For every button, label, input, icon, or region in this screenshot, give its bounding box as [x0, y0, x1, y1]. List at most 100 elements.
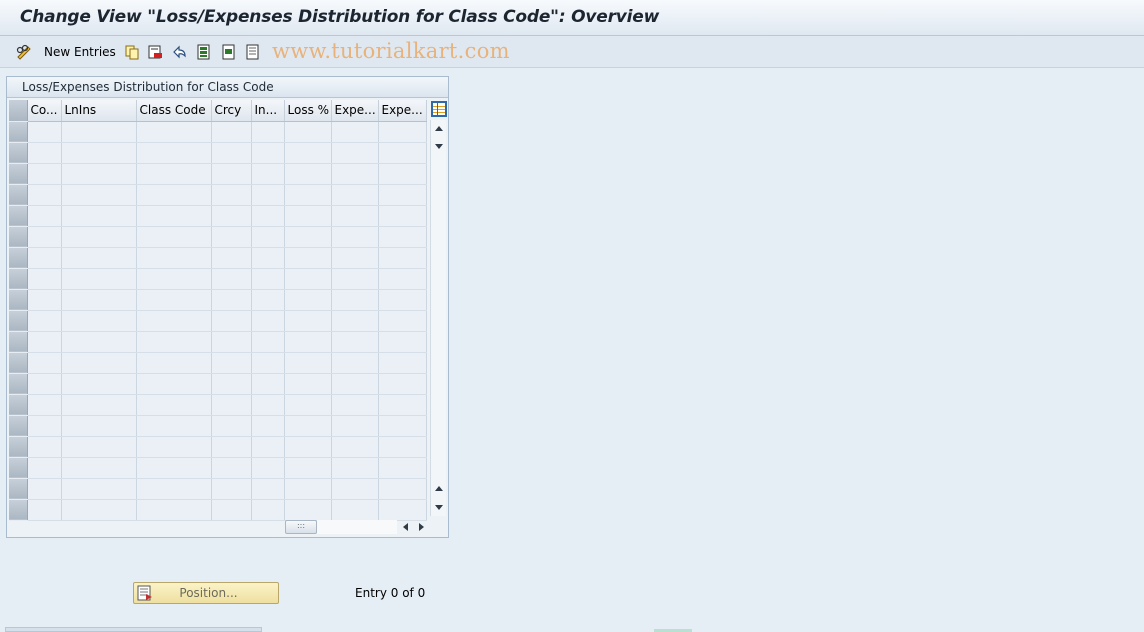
table-cell[interactable] — [136, 478, 212, 500]
table-cell[interactable] — [211, 142, 252, 164]
new-entries-button[interactable]: New Entries — [44, 42, 116, 62]
table-cell[interactable] — [251, 247, 285, 269]
table-cell[interactable] — [284, 499, 332, 521]
table-cell[interactable] — [251, 373, 285, 395]
table-cell[interactable] — [331, 352, 379, 374]
table-cell[interactable] — [251, 289, 285, 311]
table-cell[interactable] — [61, 247, 137, 269]
row-selector[interactable] — [9, 184, 28, 206]
table-cell[interactable] — [211, 205, 252, 227]
table-cell[interactable] — [251, 331, 285, 353]
table-cell[interactable] — [211, 310, 252, 332]
position-button[interactable]: Position... — [133, 582, 279, 604]
table-cell[interactable] — [136, 289, 212, 311]
table-cell[interactable] — [61, 226, 137, 248]
table-cell[interactable] — [331, 121, 379, 143]
table-cell[interactable] — [61, 499, 137, 521]
table-cell[interactable] — [284, 352, 332, 374]
table-settings-icon[interactable] — [431, 101, 447, 117]
row-selector[interactable] — [9, 205, 28, 227]
table-cell[interactable] — [27, 184, 62, 206]
table-cell[interactable] — [378, 373, 427, 395]
table-cell[interactable] — [331, 163, 379, 185]
column-header[interactable]: Co... — [27, 100, 62, 122]
table-cell[interactable] — [284, 205, 332, 227]
table-cell[interactable] — [136, 373, 212, 395]
table-cell[interactable] — [251, 499, 285, 521]
table-cell[interactable] — [211, 457, 252, 479]
column-header[interactable]: Expe... — [331, 100, 379, 122]
table-cell[interactable] — [284, 268, 332, 290]
scroll-track[interactable] — [317, 520, 397, 534]
table-cell[interactable] — [211, 478, 252, 500]
copy-button[interactable] — [124, 42, 140, 62]
row-selector[interactable] — [9, 331, 28, 353]
table-cell[interactable] — [211, 268, 252, 290]
delete-button[interactable] — [147, 42, 163, 62]
table-cell[interactable] — [61, 289, 137, 311]
scroll-left-icon[interactable] — [403, 523, 408, 531]
table-cell[interactable] — [211, 436, 252, 458]
table-cell[interactable] — [136, 415, 212, 437]
scroll-right-icon[interactable] — [419, 523, 424, 531]
table-cell[interactable] — [284, 331, 332, 353]
table-cell[interactable] — [27, 205, 62, 227]
table-cell[interactable] — [136, 499, 212, 521]
table-cell[interactable] — [378, 394, 427, 416]
table-cell[interactable] — [331, 436, 379, 458]
row-selector[interactable] — [9, 121, 28, 143]
table-cell[interactable] — [378, 247, 427, 269]
column-header[interactable]: Class Code — [136, 100, 212, 122]
table-cell[interactable] — [61, 394, 137, 416]
table-cell[interactable] — [284, 163, 332, 185]
table-cell[interactable] — [136, 226, 212, 248]
table-cell[interactable] — [284, 394, 332, 416]
table-cell[interactable] — [251, 394, 285, 416]
table-cell[interactable] — [378, 163, 427, 185]
table-cell[interactable] — [211, 331, 252, 353]
table-cell[interactable] — [136, 436, 212, 458]
table-cell[interactable] — [136, 394, 212, 416]
row-selector[interactable] — [9, 415, 28, 437]
select-all-button[interactable] — [196, 42, 212, 62]
table-cell[interactable] — [136, 331, 212, 353]
table-cell[interactable] — [61, 331, 137, 353]
table-cell[interactable] — [136, 310, 212, 332]
table-cell[interactable] — [378, 457, 427, 479]
table-cell[interactable] — [211, 226, 252, 248]
table-cell[interactable] — [27, 373, 62, 395]
table-cell[interactable] — [27, 163, 62, 185]
table-cell[interactable] — [27, 268, 62, 290]
table-cell[interactable] — [378, 436, 427, 458]
table-cell[interactable] — [331, 457, 379, 479]
table-cell[interactable] — [378, 310, 427, 332]
table-cell[interactable] — [284, 142, 332, 164]
table-cell[interactable] — [331, 226, 379, 248]
table-cell[interactable] — [136, 142, 212, 164]
row-selector[interactable] — [9, 457, 28, 479]
table-cell[interactable] — [251, 457, 285, 479]
table-cell[interactable] — [27, 142, 62, 164]
table-cell[interactable] — [378, 226, 427, 248]
table-cell[interactable] — [378, 205, 427, 227]
table-cell[interactable] — [331, 142, 379, 164]
table-cell[interactable] — [331, 247, 379, 269]
table-cell[interactable] — [251, 163, 285, 185]
table-cell[interactable] — [251, 478, 285, 500]
table-cell[interactable] — [284, 184, 332, 206]
table-cell[interactable] — [27, 415, 62, 437]
table-cell[interactable] — [27, 457, 62, 479]
display-change-button[interactable] — [16, 42, 32, 62]
table-cell[interactable] — [331, 415, 379, 437]
table-cell[interactable] — [378, 289, 427, 311]
table-cell[interactable] — [61, 478, 137, 500]
table-cell[interactable] — [136, 352, 212, 374]
table-cell[interactable] — [284, 457, 332, 479]
undo-button[interactable] — [171, 42, 187, 62]
select-block-button[interactable] — [221, 42, 237, 62]
table-cell[interactable] — [27, 352, 62, 374]
table-cell[interactable] — [61, 268, 137, 290]
table-cell[interactable] — [284, 247, 332, 269]
table-cell[interactable] — [378, 121, 427, 143]
column-header[interactable]: LnIns — [61, 100, 137, 122]
